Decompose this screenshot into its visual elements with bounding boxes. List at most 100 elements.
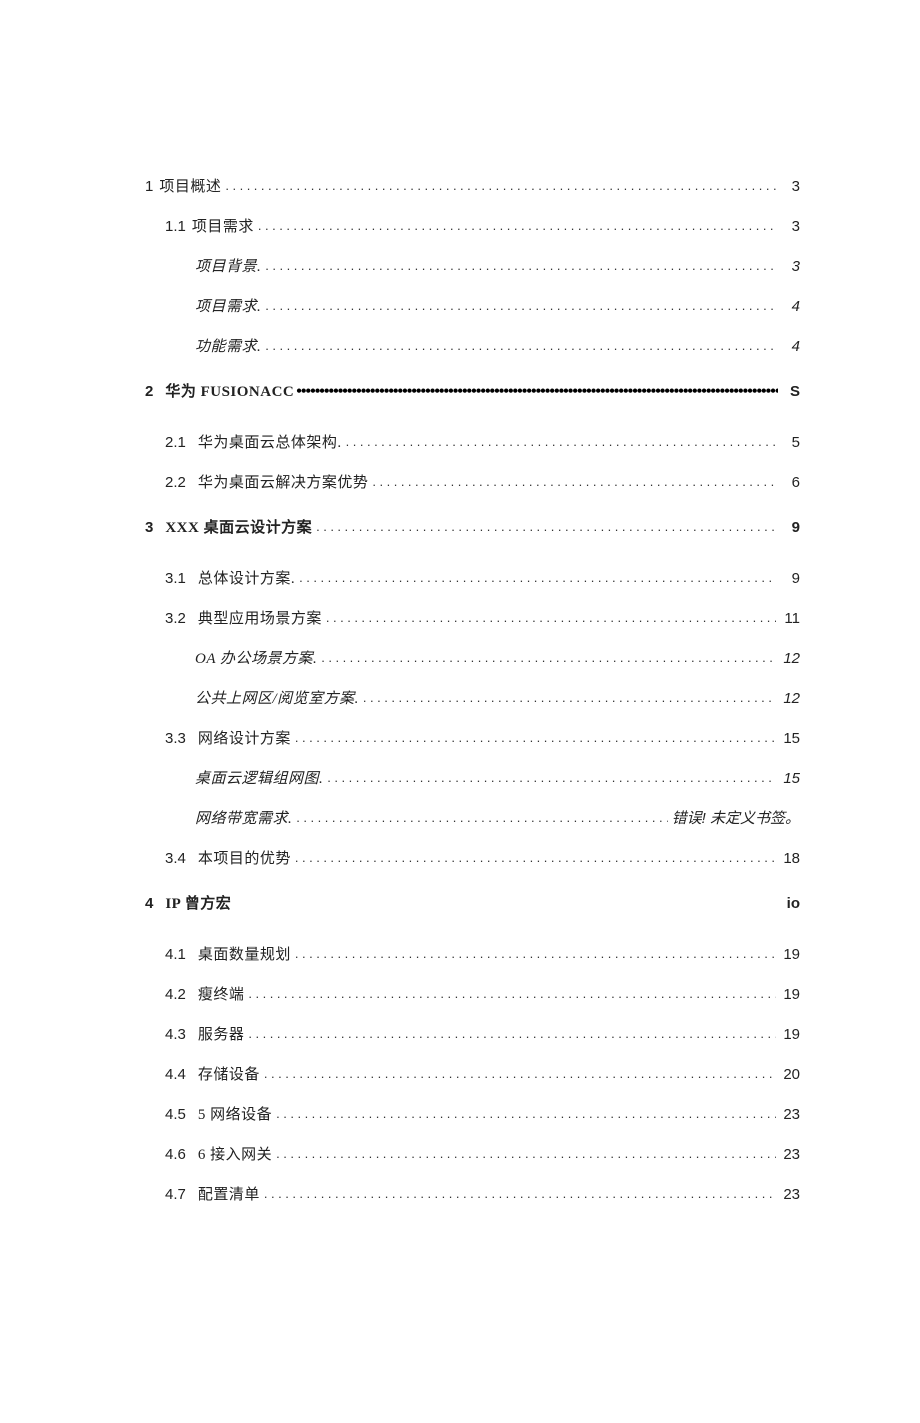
toc-entry: 桌面云逻辑组网图. 15 (145, 767, 800, 788)
toc-title: 功能需求. (195, 335, 261, 356)
toc-page-number: 12 (780, 650, 800, 667)
toc-page-number: 5 (780, 434, 800, 451)
toc-leader (264, 1186, 776, 1201)
toc-entry: 4.5 5 网络设备 23 (145, 1103, 800, 1124)
toc-number: 4.6 (165, 1146, 186, 1163)
toc-page-number: 19 (780, 1026, 800, 1043)
toc-leader (265, 298, 776, 313)
toc-title: 项目需求. (195, 295, 261, 316)
toc-leader (225, 178, 776, 193)
toc-leader (295, 730, 776, 745)
toc-title: OA 办公场景方案. (195, 647, 317, 668)
toc-title: 存储设备 (198, 1063, 260, 1084)
toc-entry: 网络带宽需求. 错误! 未定义书签。 (145, 807, 800, 828)
toc-leader (321, 650, 776, 665)
toc-page-number: 15 (780, 730, 800, 747)
toc-entry: 3.1 总体设计方案. 9 (145, 567, 800, 588)
toc-page-number: S (780, 383, 800, 400)
toc-page-number: 19 (780, 986, 800, 1003)
toc-number: 3.1 (165, 570, 186, 587)
toc-title: 5 网络设备 (198, 1103, 272, 1124)
toc-title: 桌面云逻辑组网图. (195, 767, 323, 788)
toc-number: 2.2 (165, 474, 186, 491)
toc-number: 4.4 (165, 1066, 186, 1083)
toc-leader (372, 474, 776, 489)
toc-title: 项目需求 (192, 215, 254, 236)
toc-leader (248, 1026, 776, 1041)
toc-leader (265, 338, 776, 353)
toc-page-number: 4 (780, 338, 800, 355)
toc-number: 2 (145, 383, 153, 400)
toc-number: 4.5 (165, 1106, 186, 1123)
toc-page-number: 错误! 未定义书签。 (672, 807, 800, 828)
toc-page-number: 9 (780, 519, 800, 536)
toc-leader (248, 986, 776, 1001)
toc-page-number: 19 (780, 946, 800, 963)
toc-page-number: 3 (780, 178, 800, 195)
toc-number: 3.3 (165, 730, 186, 747)
toc-page-number: 3 (780, 218, 800, 235)
toc-entry: 4.4 存储设备 20 (145, 1063, 800, 1084)
toc-entry: 2.1 华为桌面云总体架构. 5 (145, 431, 800, 452)
toc-entry: 1项目概述3 (145, 175, 800, 196)
toc-leader (316, 519, 776, 534)
toc-title: 华为桌面云总体架构. (198, 431, 342, 452)
toc-page-number: 4 (780, 298, 800, 315)
toc-title: 公共上网区/阅览室方案. (195, 687, 359, 708)
toc-title: 服务器 (198, 1023, 245, 1044)
toc-page-number: 11 (780, 610, 800, 627)
toc-leader (258, 218, 776, 233)
toc-number: 2.1 (165, 434, 186, 451)
toc-title: 项目背景. (195, 255, 261, 276)
toc-entry: 4IP 曾方宏io (145, 892, 800, 913)
toc-entry: 4.2瘦终端19 (145, 983, 800, 1004)
toc-number: 3.4 (165, 850, 186, 867)
toc-title: 典型应用场景方案 (198, 607, 322, 628)
toc-leader (295, 946, 776, 961)
toc-container: 1项目概述3 1.1 项目需求 3 项目背景. 3 项目需求. 4 功能需求. 4 2 华为 FUSI… (145, 175, 800, 1204)
toc-entry: 1.1 项目需求 3 (145, 215, 800, 236)
toc-entry: 项目需求. 4 (145, 295, 800, 316)
toc-page: 1项目概述3 1.1 项目需求 3 项目背景. 3 项目需求. 4 功能需求. 4 2 华为 FUSI… (0, 0, 920, 1423)
toc-leader (327, 770, 776, 785)
toc-leader (299, 570, 776, 585)
toc-entry: 3.3网络设计方案15 (145, 727, 800, 748)
toc-title: 配置清单 (198, 1183, 260, 1204)
toc-page-number: 18 (780, 850, 800, 867)
toc-page-number: 23 (780, 1186, 800, 1203)
toc-entry: OA 办公场景方案. 12 (145, 647, 800, 668)
toc-entry: 4.3服务器19 (145, 1023, 800, 1044)
toc-leader (296, 383, 778, 401)
toc-leader (326, 610, 776, 625)
toc-number: 1.1 (165, 218, 186, 235)
toc-number: 4.1 (165, 946, 186, 963)
toc-page-number: 15 (780, 770, 800, 787)
toc-number: 4.2 (165, 986, 186, 1003)
toc-number: 4 (145, 895, 153, 912)
toc-page-number: 3 (780, 258, 800, 275)
toc-entry: 功能需求. 4 (145, 335, 800, 356)
toc-leader (346, 434, 776, 449)
toc-entry: 4.7配置清单23 (145, 1183, 800, 1204)
toc-entry: 3XXX 桌面云设计方案9 (145, 516, 800, 537)
toc-leader (276, 1106, 776, 1121)
toc-page-number: 9 (780, 570, 800, 587)
toc-title: 网络带宽需求. (195, 807, 292, 828)
toc-title: 华为桌面云解决方案优势 (198, 471, 369, 492)
toc-page-number: io (780, 895, 800, 912)
toc-number: 3.2 (165, 610, 186, 627)
toc-entry: 3.2 典型应用场景方案 11 (145, 607, 800, 628)
toc-entry: 2.2 华为桌面云解决方案优势 6 (145, 471, 800, 492)
toc-leader (295, 850, 776, 865)
toc-title: 总体设计方案. (198, 567, 295, 588)
toc-page-number: 23 (780, 1146, 800, 1163)
toc-number: 1 (145, 178, 153, 195)
toc-page-number: 6 (780, 474, 800, 491)
toc-number: 3 (145, 519, 153, 536)
toc-leader (264, 1066, 776, 1081)
toc-page-number: 23 (780, 1106, 800, 1123)
toc-entry: 项目背景. 3 (145, 255, 800, 276)
toc-page-number: 20 (780, 1066, 800, 1083)
toc-title: 6 接入网关 (198, 1143, 272, 1164)
toc-title: 华为 FUSIONACC (165, 380, 294, 401)
